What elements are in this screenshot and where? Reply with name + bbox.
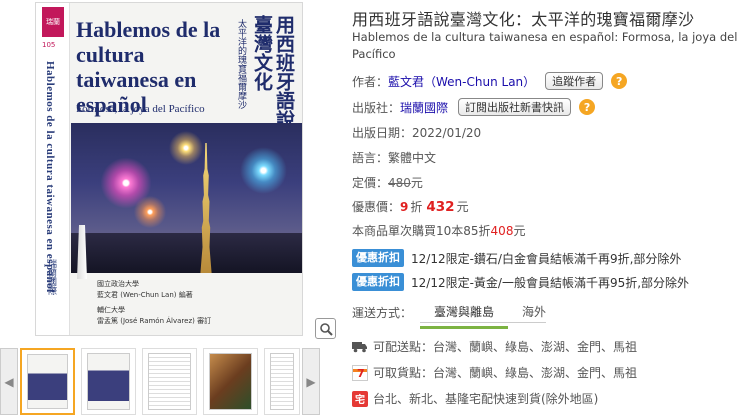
truck-icon — [352, 340, 368, 354]
promo-text: 12/12限定-黃金/一般會員結帳滿千再95折,部分除外 — [411, 275, 690, 290]
bulk-price-row: 本商品單次購買10本85折 408 元 — [352, 222, 525, 239]
spine-title: Hablemos de la cultura taiwanesa en espa… — [44, 61, 56, 293]
city-skyline — [71, 233, 302, 273]
thumb-next-button[interactable]: ▶ — [302, 348, 320, 415]
subscribe-publisher-button[interactable]: 訂閱出版社新書快訊 — [458, 98, 572, 116]
author-link[interactable]: 藍文君（Wen-Chun Lan） — [388, 73, 535, 90]
firework-shape — [236, 143, 291, 198]
thumbnail[interactable] — [81, 348, 136, 415]
promo-row: 優惠折扣 12/12限定-鑽石/白金會員結帳滿千再9折,部分除外 — [352, 249, 681, 267]
firework-shape — [131, 193, 169, 231]
book-title-zh: 用西班牙語說臺灣文化：太平洋的瑰寶福爾摩沙 — [352, 10, 695, 29]
pubdate-value: 2022/01/20 — [412, 125, 482, 140]
publisher-row: 出版社： 瑞蘭國際 訂閱出版社新書快訊 ? — [352, 98, 596, 116]
language-row: 語言： 繁體中文 — [352, 149, 436, 166]
cover-title-es: Hablemos de la cultura taiwanesa en espa… — [76, 17, 221, 117]
promo-tag[interactable]: 優惠折扣 — [352, 273, 404, 291]
series-number: 105 — [42, 41, 56, 49]
zoom-button[interactable] — [315, 318, 336, 339]
credit-school: 輔仁大學 — [97, 306, 125, 314]
language-label: 語言： — [352, 151, 389, 165]
list-price-row: 定價： 480 元 — [352, 174, 423, 191]
book-title-es: Hablemos de la cultura taiwanesa en espa… — [352, 30, 738, 61]
promo-row: 優惠折扣 12/12限定-黃金/一般會員結帳滿千再95折,部分除外 — [352, 273, 689, 291]
discount-value: 9 — [400, 199, 409, 214]
pubdate-label: 出版日期： — [352, 126, 413, 140]
book-cover-image[interactable]: 瑞蘭 105 Hablemos de la cultura taiwanesa … — [35, 2, 303, 336]
thumbnail[interactable] — [20, 348, 75, 415]
sale-price-row: 優惠價： 9 折 432 元 — [352, 198, 469, 215]
deliver-row: 可配送點： 台灣、蘭嶼、綠島、澎湖、金門、馬祖 — [352, 338, 637, 355]
thumbnail-image — [87, 353, 130, 410]
thumbnail-strip: ◀ ▶ — [0, 348, 320, 415]
credit-author: 藍文君 (Wen-Chun Lan) 編著 — [97, 291, 193, 299]
cover-subtitle-zh: 太平洋的瑰寶福爾摩沙 — [236, 19, 246, 109]
series-badge: 瑞蘭 — [42, 7, 64, 37]
chevron-right-icon: ▶ — [306, 374, 316, 389]
thumbnail-image — [27, 354, 68, 409]
deliver-label: 可配送點： — [373, 340, 434, 354]
credit-reviewer: 雷孟篤 (José Ramón Álvarez) 審訂 — [97, 317, 212, 325]
sale-price-label: 優惠價： — [352, 200, 401, 214]
thumbnail[interactable] — [264, 348, 300, 415]
pickup-label: 可取貨點： — [373, 366, 434, 380]
cover-title-zh: 用西班牙語說臺灣文化 — [251, 15, 294, 129]
spine-publisher: 瑞蘭國際 — [46, 259, 56, 295]
bulk-price-value: 408 — [490, 223, 514, 238]
thumbnail[interactable] — [203, 348, 258, 415]
seven-eleven-icon — [352, 364, 368, 381]
express-row: 宅 台北、新北、基隆宅配快速到貨(除外地區) — [352, 390, 598, 407]
list-price-value: 480 — [388, 175, 411, 190]
list-price-label: 定價： — [352, 176, 389, 190]
list-price-unit: 元 — [410, 176, 423, 190]
language-value: 繁體中文 — [388, 151, 437, 165]
express-text: 台北、新北、基隆宅配快速到貨(除外地區) — [373, 392, 599, 406]
pickup-row: 可取貨點： 台灣、蘭嶼、綠島、澎湖、金門、馬祖 — [352, 364, 637, 381]
cover-credits: 國立政治大學 藍文君 (Wen-Chun Lan) 編著 輔仁大學 雷孟篤 (J… — [71, 225, 302, 335]
follow-author-button[interactable]: 追蹤作者 — [545, 72, 604, 90]
cover-subtitle-es: Formosa, la joya del Pacífico — [76, 103, 205, 115]
thumbnail[interactable] — [142, 348, 197, 415]
tab-divider — [420, 322, 546, 323]
cover-night-scene — [71, 123, 302, 273]
pickup-areas: 台灣、蘭嶼、綠島、澎湖、金門、馬祖 — [433, 366, 638, 380]
sale-price-value: 432 — [426, 198, 455, 215]
discount-unit: 折 — [410, 200, 423, 214]
author-row: 作者： 藍文君（Wen-Chun Lan） 追蹤作者 ? — [352, 72, 628, 90]
promo-text: 12/12限定-鑽石/白金會員結帳滿千再9折,部分除外 — [411, 251, 682, 266]
sale-price-unit: 元 — [456, 200, 469, 214]
promo-tag[interactable]: 優惠折扣 — [352, 249, 404, 267]
thumbnail-image — [270, 353, 294, 410]
shipping-label: 運送方式： — [352, 306, 413, 320]
credit-school: 國立政治大學 — [97, 280, 139, 288]
deliver-areas: 台灣、蘭嶼、綠島、澎湖、金門、馬祖 — [433, 340, 638, 354]
magnifier-icon — [319, 322, 333, 336]
thumbnail-image — [209, 353, 252, 410]
cover-spine: 瑞蘭 105 Hablemos de la cultura taiwanesa … — [36, 3, 70, 335]
book-cover-area: 瑞蘭 105 Hablemos de la cultura taiwanesa … — [18, 2, 338, 338]
author-label: 作者： — [352, 74, 389, 89]
thumb-prev-button[interactable]: ◀ — [0, 348, 18, 415]
question-icon[interactable]: ? — [579, 99, 596, 115]
thumbnail-image — [148, 353, 191, 410]
firework-shape — [166, 128, 206, 168]
bulk-price-unit: 元 — [513, 224, 526, 238]
pubdate-row: 出版日期： 2022/01/20 — [352, 124, 481, 141]
express-icon: 宅 — [352, 390, 368, 407]
chevron-left-icon: ◀ — [4, 374, 14, 389]
publisher-link[interactable]: 瑞蘭國際 — [400, 99, 448, 116]
question-icon[interactable]: ? — [611, 73, 628, 89]
publisher-label: 出版社： — [352, 100, 401, 115]
bulk-price-text: 本商品單次購買10本85折 — [352, 224, 491, 238]
